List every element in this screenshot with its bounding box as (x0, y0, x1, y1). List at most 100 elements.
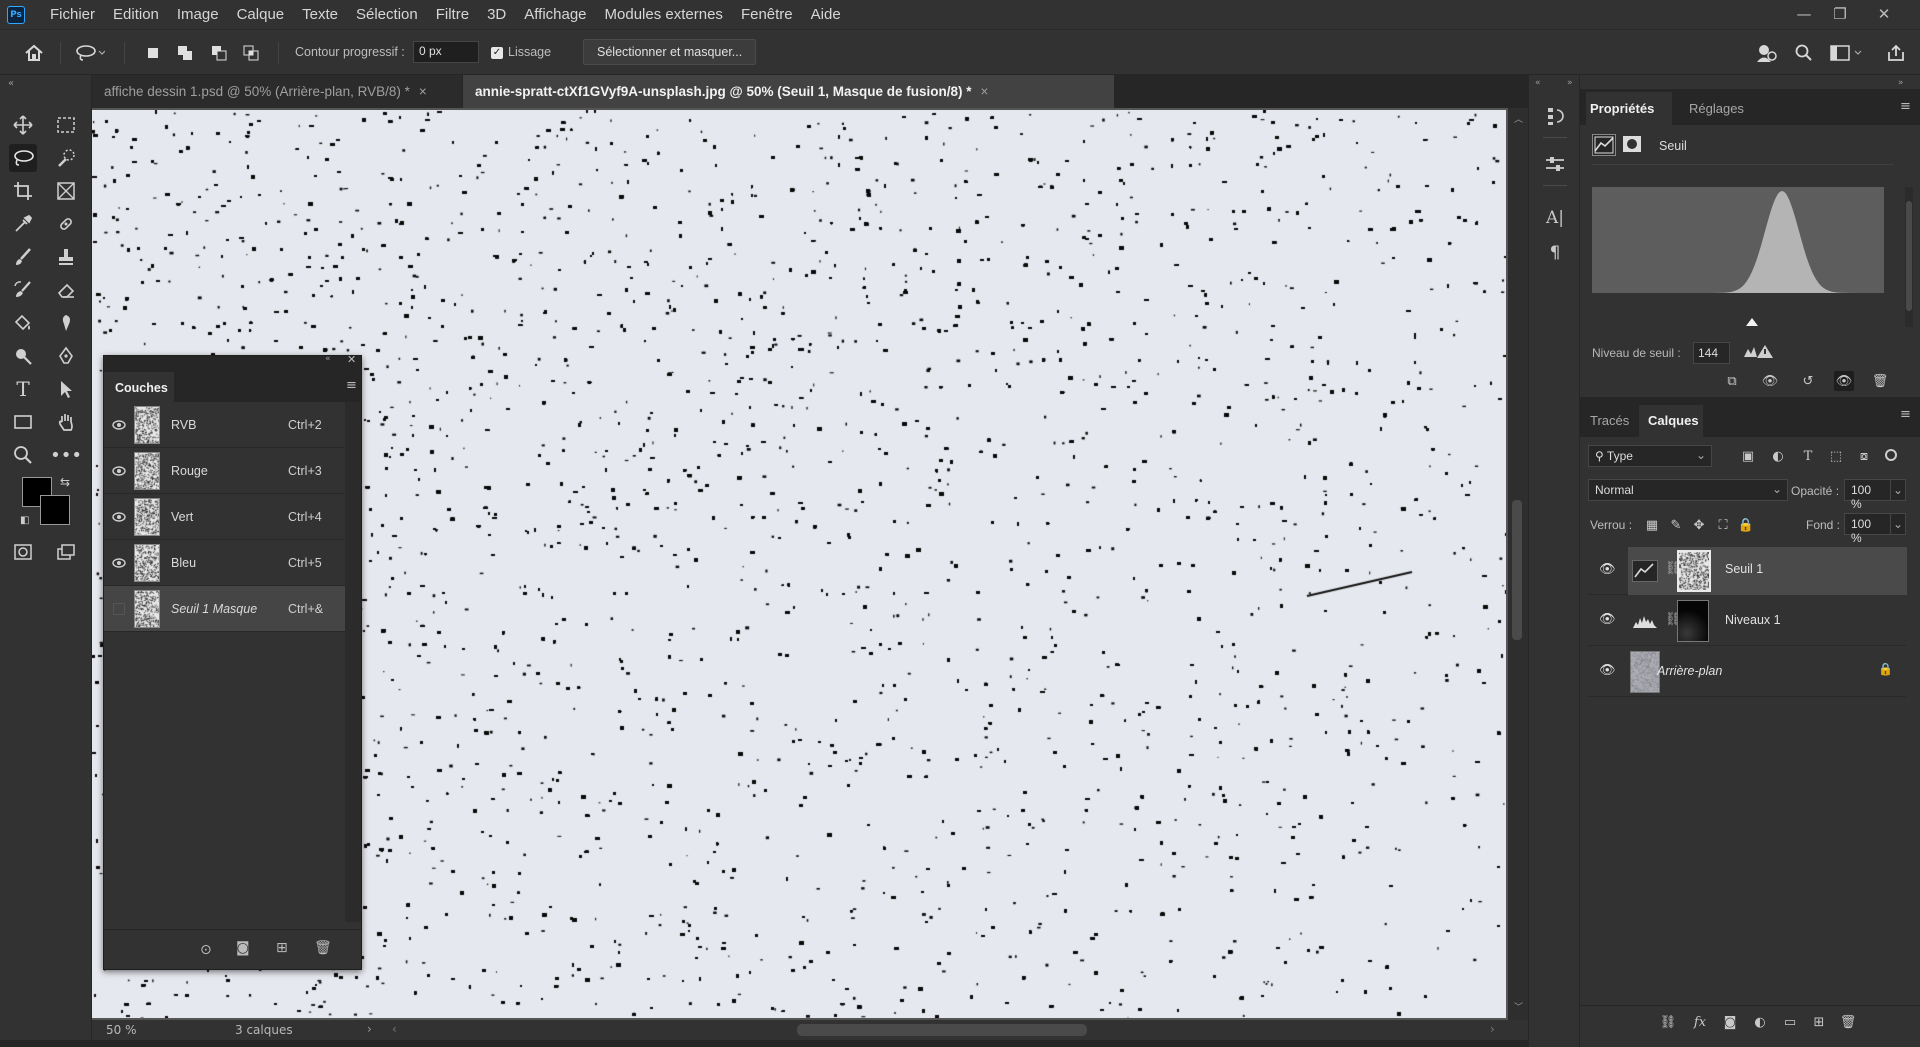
smoothing-checkbox[interactable]: ✓ (491, 47, 503, 59)
channels-tab[interactable]: Couches (104, 372, 174, 402)
panel-menu-icon[interactable]: ≡ (346, 378, 357, 393)
auto-threshold-warning-icon[interactable] (1742, 341, 1774, 361)
menu-image[interactable]: Image (168, 6, 228, 23)
expand-strip-icon[interactable]: « (1535, 78, 1541, 88)
layer-name[interactable]: Arrière-plan (1657, 664, 1722, 678)
channel-visibility-eye-icon[interactable] (104, 419, 134, 430)
layer-visibility-eye-icon[interactable]: 👁 (1599, 663, 1616, 678)
rectangle-tool-icon[interactable] (9, 408, 37, 436)
search-icon[interactable] (1791, 40, 1817, 66)
channel-visibility-eye-icon[interactable] (104, 557, 134, 568)
layer-name[interactable]: Seuil 1 (1725, 562, 1763, 576)
properties-scrollbar[interactable] (1905, 187, 1913, 327)
quick-mask-icon[interactable] (9, 538, 37, 566)
select-and-mask-button[interactable]: Sélectionner et masquer... (583, 39, 757, 65)
properties-menu-icon[interactable]: ≡ (1900, 99, 1911, 114)
menu-modules-externes[interactable]: Modules externes (596, 6, 732, 23)
menu-affichage[interactable]: Affichage (515, 6, 595, 23)
threshold-adjustment-icon[interactable] (1592, 134, 1616, 156)
history-panel-icon[interactable] (1544, 105, 1566, 127)
dodge-tool-icon[interactable] (9, 342, 37, 370)
delete-layer-icon[interactable]: 🗑 (1838, 1012, 1858, 1032)
menu-fichier[interactable]: Fichier (41, 6, 104, 23)
scroll-left-icon[interactable]: ‹ (392, 1022, 397, 1036)
layer-mask-thumbnail[interactable] (1677, 550, 1711, 592)
link-layers-icon[interactable]: ⛓ (1658, 1012, 1678, 1032)
threshold-slider-handle[interactable] (1745, 317, 1759, 327)
menu-filtre[interactable]: Filtre (427, 6, 478, 23)
lasso-tool-icon[interactable] (9, 144, 37, 172)
lock-all-icon[interactable]: 🔒 (1736, 515, 1756, 535)
save-selection-icon[interactable]: ◙ (236, 940, 250, 956)
marquee-tool-icon[interactable] (52, 111, 80, 139)
filter-shape-layers-icon[interactable]: ⬚ (1826, 446, 1846, 466)
path-selection-tool-icon[interactable] (52, 375, 80, 403)
menu-calque[interactable]: Calque (228, 6, 294, 23)
minimize-icon[interactable]: — (1792, 3, 1816, 25)
adjustments-panel-icon[interactable] (1544, 153, 1566, 175)
paint-bucket-tool-icon[interactable] (9, 309, 37, 337)
delete-adjustment-icon[interactable]: 🗑 (1870, 371, 1890, 391)
paragraph-panel-icon[interactable]: ¶ (1544, 242, 1566, 264)
zoom-tool-icon[interactable] (9, 441, 37, 469)
tab-layers[interactable]: Calques (1648, 413, 1699, 428)
layer-filter-dropdown[interactable]: ⚲ Type ⌄ (1588, 445, 1712, 467)
photoshop-logo[interactable]: Ps (7, 5, 25, 24)
new-channel-icon[interactable]: ⊞ (276, 940, 288, 956)
new-selection-icon[interactable] (140, 40, 166, 66)
threshold-level-input[interactable]: 144 (1693, 342, 1730, 364)
history-brush-tool-icon[interactable] (9, 276, 37, 304)
add-selection-icon[interactable] (172, 40, 198, 66)
status-menu-arrow-icon[interactable]: › (367, 1022, 372, 1036)
eraser-tool-icon[interactable] (52, 276, 80, 304)
type-tool-icon[interactable]: T (9, 375, 37, 403)
crop-tool-icon[interactable] (9, 177, 37, 205)
layer-row-arriere-plan[interactable]: 👁 Arrière-plan 🔒 (1588, 647, 1906, 697)
collapse-panel-icon[interactable]: « (325, 354, 331, 364)
channel-visibility-empty-icon[interactable] (104, 602, 134, 615)
opacity-chevron-icon[interactable]: ⌄ (1890, 479, 1906, 501)
filter-adjustment-layers-icon[interactable]: ◐ (1768, 446, 1788, 466)
more-tools-icon[interactable]: ••• (50, 441, 82, 469)
lock-image-pixels-icon[interactable]: ✎ (1666, 515, 1686, 535)
share-user-icon[interactable] (1754, 40, 1780, 66)
layer-row-seuil[interactable]: 👁 ⛓ Seuil 1 (1588, 547, 1907, 595)
channels-panel-header[interactable]: « ✕ (104, 353, 361, 368)
layer-mask-thumbnail[interactable] (1677, 600, 1709, 642)
lock-artboard-icon[interactable]: ⛶ (1713, 515, 1733, 535)
blend-mode-dropdown[interactable]: Normal ⌄ (1588, 479, 1788, 501)
character-panel-icon[interactable]: A| (1544, 207, 1566, 229)
layer-thumbnail[interactable] (1630, 651, 1660, 693)
menu-selection[interactable]: Sélection (347, 6, 427, 23)
channel-row[interactable]: Rouge Ctrl+3 (104, 448, 345, 494)
add-mask-icon[interactable]: ◙ (1720, 1012, 1740, 1032)
swap-colors-icon[interactable]: ⇆ (60, 475, 70, 489)
lasso-preset-icon[interactable] (72, 40, 108, 66)
toggle-visibility-icon[interactable]: 👁 (1834, 371, 1854, 391)
lock-position-icon[interactable]: ✥ (1689, 515, 1709, 535)
workspace-icon[interactable] (1827, 40, 1867, 66)
scroll-right-icon[interactable]: › (1490, 1022, 1495, 1036)
eyedropper-tool-icon[interactable] (9, 210, 37, 238)
menu-3d[interactable]: 3D (478, 6, 515, 23)
tab-annie-spratt[interactable]: annie-spratt-ctXf1GVyf9A-unsplash.jpg @ … (463, 75, 1114, 108)
intersect-selection-icon[interactable] (238, 40, 264, 66)
subtract-selection-icon[interactable] (206, 40, 232, 66)
channel-visibility-eye-icon[interactable] (104, 511, 134, 522)
delete-channel-icon[interactable]: 🗑 (314, 940, 332, 956)
tab-close-icon[interactable]: × (419, 84, 427, 99)
quick-selection-tool-icon[interactable] (52, 144, 80, 172)
channels-scrollbar[interactable] (345, 402, 361, 922)
pen-tool-icon[interactable] (52, 342, 80, 370)
new-layer-icon[interactable]: ⊞ (1809, 1012, 1829, 1032)
new-adjustment-layer-icon[interactable]: ◐ (1750, 1012, 1770, 1032)
brush-tool-icon[interactable] (9, 243, 37, 271)
filter-toggle-icon[interactable] (1885, 449, 1897, 461)
channel-row[interactable]: Vert Ctrl+4 (104, 494, 345, 540)
menu-fenetre[interactable]: Fenêtre (732, 6, 802, 23)
fill-chevron-icon[interactable]: ⌄ (1890, 513, 1906, 535)
hand-tool-icon[interactable] (52, 408, 80, 436)
collapse-toolbar-icon[interactable]: « (8, 78, 14, 89)
mask-properties-icon[interactable] (1621, 134, 1645, 156)
layer-name[interactable]: Niveaux 1 (1725, 613, 1781, 627)
